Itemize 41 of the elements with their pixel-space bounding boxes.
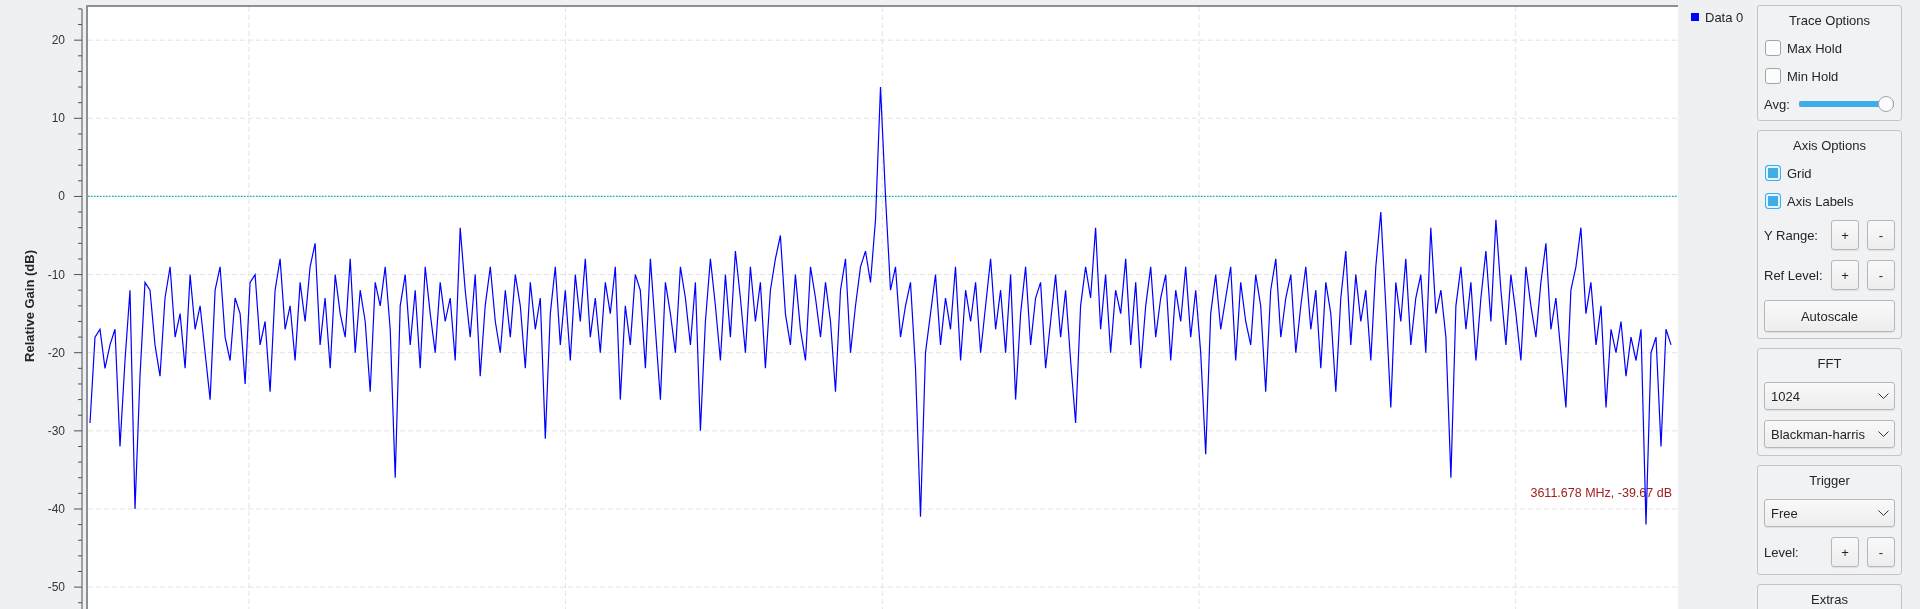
- field-label: Ref Level:: [1764, 267, 1823, 283]
- plus-button[interactable]: +: [1831, 537, 1859, 567]
- group-title: Trace Options: [1788, 12, 1871, 28]
- checkbox[interactable]: [1765, 165, 1781, 181]
- dropdown[interactable]: 1024: [1764, 382, 1895, 410]
- field-label: Y Range:: [1764, 227, 1819, 243]
- axis-tick-label: 0: [58, 189, 65, 204]
- dropdown[interactable]: Free: [1764, 499, 1895, 527]
- checkbox[interactable]: [1765, 40, 1781, 56]
- axis-tick-label: -50: [47, 580, 65, 595]
- axis-tick-label: 10: [51, 111, 65, 126]
- checkbox-label: Grid: [1787, 165, 1812, 181]
- slider-handle[interactable]: [1878, 96, 1894, 112]
- minus-button[interactable]: -: [1867, 220, 1895, 250]
- axis-title: Relative Gain (dB): [22, 250, 37, 362]
- checkbox[interactable]: [1765, 193, 1781, 209]
- axis-tick-label: -20: [47, 345, 65, 360]
- plus-button[interactable]: +: [1831, 220, 1859, 250]
- group-title: Trigger: [1809, 472, 1850, 488]
- caret-icon: [1878, 393, 1889, 399]
- axis-tick-label: -30: [47, 423, 65, 438]
- minus-button[interactable]: -: [1867, 537, 1895, 567]
- legend-label: Data 0: [1705, 9, 1744, 25]
- axis-tick-label: 20: [51, 33, 65, 48]
- field-label: Avg:: [1764, 96, 1790, 112]
- caret-icon: [1878, 431, 1889, 437]
- axis-tick-label: -40: [47, 502, 65, 516]
- caret-icon: [1878, 510, 1889, 516]
- group-title: Axis Options: [1793, 137, 1866, 153]
- checkbox-label: Max Hold: [1787, 40, 1842, 56]
- minus-button[interactable]: -: [1867, 260, 1895, 290]
- plus-button[interactable]: +: [1831, 260, 1859, 290]
- axis-tick-label: -10: [47, 267, 65, 282]
- field-label: Level:: [1764, 544, 1800, 560]
- checkbox[interactable]: [1765, 68, 1781, 84]
- group-title: FFT: [1817, 355, 1842, 371]
- checkbox-label: Axis Labels: [1787, 193, 1854, 209]
- dropdown[interactable]: Blackman-harris: [1764, 420, 1895, 448]
- group-title: Extras: [1811, 591, 1848, 607]
- checkbox-label: Min Hold: [1787, 68, 1839, 84]
- autoscale-button[interactable]: Autoscale: [1764, 300, 1895, 332]
